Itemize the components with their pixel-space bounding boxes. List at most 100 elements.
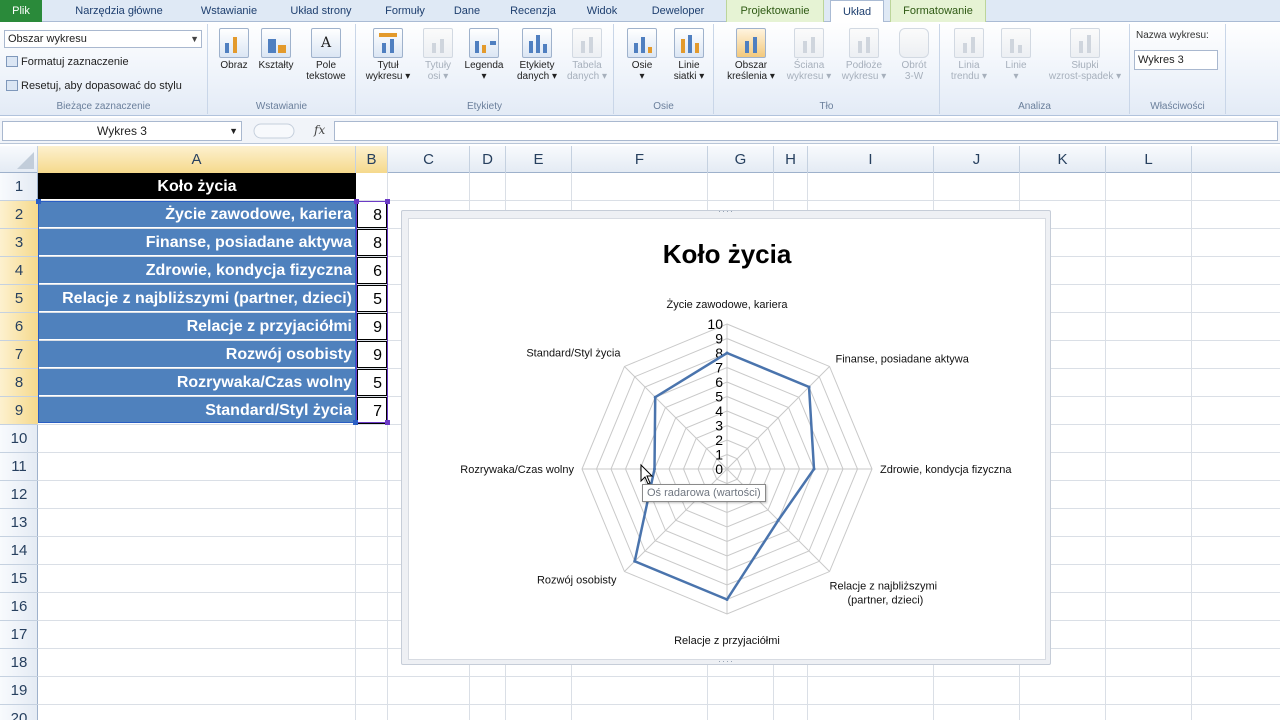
radar-data-point[interactable] (812, 467, 816, 471)
radar-data-point[interactable] (725, 351, 729, 355)
row-header-1[interactable]: 1 (0, 173, 38, 201)
range-handle[interactable] (385, 420, 390, 425)
name-box[interactable]: Wykres 3 ▼ (2, 121, 242, 141)
chart-title-button[interactable]: Tytuł wykresu ▾ (362, 28, 414, 82)
updown-bars-button[interactable]: Słupki wzrost-spadek ▾ (1044, 28, 1126, 82)
data-table-button[interactable]: Tabela danych ▾ (564, 28, 610, 82)
row-header-3[interactable]: 3 (0, 229, 38, 257)
format-selection-button[interactable]: Formatuj zaznaczenie (6, 55, 129, 69)
textbox-button[interactable]: A Pole tekstowe (302, 28, 350, 82)
column-header-F[interactable]: F (572, 146, 708, 173)
updown-bars-label-1: Słupki (1071, 60, 1099, 71)
row-header-7[interactable]: 7 (0, 341, 38, 369)
tab-data[interactable]: Dane (444, 0, 490, 22)
column-header-L[interactable]: L (1106, 146, 1192, 173)
reset-style-button[interactable]: Resetuj, aby dopasować do stylu (6, 79, 182, 93)
excel-window: Plik Narzędzia główne Wstawianie Układ s… (0, 0, 1280, 720)
row-header-8[interactable]: 8 (0, 369, 38, 397)
row-header-4[interactable]: 4 (0, 257, 38, 285)
group-insert: Obraz Kształty A Pole tekstowe Wstawiani… (208, 24, 356, 114)
radar-axis-tick: 3 (715, 418, 723, 434)
radar-category-label: Rozwój osobisty (537, 575, 617, 587)
row-header-14[interactable]: 14 (0, 537, 38, 565)
row-header-6[interactable]: 6 (0, 313, 38, 341)
cell-A1-title[interactable]: Koło życia (38, 173, 356, 200)
range-handle[interactable] (353, 420, 358, 425)
tab-view[interactable]: Widok (574, 0, 630, 22)
row-header-12[interactable]: 12 (0, 481, 38, 509)
row-header-13[interactable]: 13 (0, 509, 38, 537)
tab-chart-layout[interactable]: Układ (830, 0, 884, 23)
select-all-icon (17, 152, 34, 169)
plot-area-button[interactable]: Obszar kreślenia ▾ (722, 28, 780, 82)
range-handle[interactable] (354, 199, 359, 204)
column-header-E[interactable]: E (506, 146, 572, 173)
tab-chart-format[interactable]: Formatowanie (890, 0, 986, 22)
tab-file[interactable]: Plik (0, 0, 42, 22)
row-header-5[interactable]: 5 (0, 285, 38, 313)
3d-rotation-button[interactable]: Obrót 3-W (894, 28, 934, 82)
radar-data-point[interactable] (633, 559, 637, 563)
chart-name-input[interactable]: Wykres 3 (1134, 50, 1218, 70)
radar-series-line[interactable] (633, 351, 816, 602)
group-background: Obszar kreślenia ▾ Ściana wykresu ▾ Podł… (714, 24, 940, 114)
trendline-button[interactable]: Linia trendu ▾ (946, 28, 992, 82)
radar-data-point[interactable] (807, 385, 811, 389)
range-handle[interactable] (36, 199, 41, 204)
chart-elements-dropdown[interactable]: Obszar wykresu ▼ (4, 30, 202, 48)
resize-handle-top[interactable]: ···· (718, 206, 734, 216)
insert-function-button[interactable]: fx (314, 123, 325, 137)
tab-home[interactable]: Narzędzia główne (60, 0, 178, 22)
row-header-11[interactable]: 11 (0, 453, 38, 481)
radar-data-point[interactable] (653, 467, 656, 471)
tab-developer[interactable]: Deweloper (638, 0, 718, 22)
radar-category-label: Rozrywaka/Czas wolny (460, 464, 574, 476)
legend-button[interactable]: Legenda ▾ (460, 28, 508, 82)
column-header-A[interactable]: A (38, 146, 356, 173)
select-all-button[interactable] (0, 146, 38, 173)
chart-wall-button[interactable]: Ściana wykresu ▾ (784, 28, 834, 82)
row-header-10[interactable]: 10 (0, 425, 38, 453)
radar-data-point[interactable] (653, 395, 657, 399)
chart-title[interactable]: Koło życia (663, 239, 792, 269)
column-header-G[interactable]: G (708, 146, 774, 173)
row-header-18[interactable]: 18 (0, 649, 38, 677)
row-header-20[interactable]: 20 (0, 705, 38, 720)
column-header-C[interactable]: C (388, 146, 470, 173)
column-header-K[interactable]: K (1020, 146, 1106, 173)
chart-area[interactable]: Koło życia 0 1 2 3 4 5 6 7 8 9 10 Życie zawodowe, ka… (408, 218, 1046, 660)
column-header-M[interactable]: M (1192, 146, 1280, 173)
tab-insert[interactable]: Wstawianie (190, 0, 268, 22)
tab-formulas[interactable]: Formuły (374, 0, 436, 22)
data-labels-button[interactable]: Etykiety danych ▾ (512, 28, 562, 82)
gridlines-label-1: Linie (678, 60, 700, 71)
column-header-H[interactable]: H (774, 146, 808, 173)
gridlines-button[interactable]: Linie siatki ▾ (668, 28, 710, 82)
tab-page-layout[interactable]: Układ strony (278, 0, 364, 22)
row-header-9[interactable]: 9 (0, 397, 38, 425)
chart-floor-button[interactable]: Podłoże wykresu ▾ (838, 28, 890, 82)
picture-button[interactable]: Obraz (214, 28, 254, 71)
axis-titles-button[interactable]: Tytuły osi ▾ (418, 28, 458, 82)
series-name-range-highlight (38, 201, 356, 423)
axes-button[interactable]: Osie ▾ (622, 28, 662, 82)
column-header-I[interactable]: I (808, 146, 934, 173)
row-headers: 1 2 3 4 5 6 7 8 9 10 11 12 13 14 15 16 17 18 19 20 (0, 173, 38, 720)
row-header-19[interactable]: 19 (0, 677, 38, 705)
tab-chart-design[interactable]: Projektowanie (726, 0, 824, 22)
row-header-2[interactable]: 2 (0, 201, 38, 229)
column-header-D[interactable]: D (470, 146, 506, 173)
shapes-button[interactable]: Kształty (256, 28, 296, 71)
formula-input[interactable] (334, 121, 1278, 141)
column-header-B[interactable]: B (356, 146, 388, 173)
range-handle[interactable] (385, 199, 390, 204)
row-header-17[interactable]: 17 (0, 621, 38, 649)
row-header-16[interactable]: 16 (0, 593, 38, 621)
column-header-J[interactable]: J (934, 146, 1020, 173)
radar-chart[interactable]: Koło życia012345678910Życie zawodowe, ka… (409, 219, 1045, 659)
radar-data-point[interactable] (725, 598, 729, 601)
tab-review[interactable]: Recenzja (500, 0, 566, 22)
lines-button[interactable]: Linie ▾ (996, 28, 1036, 82)
row-header-15[interactable]: 15 (0, 565, 38, 593)
radar-data-point[interactable] (776, 518, 780, 522)
